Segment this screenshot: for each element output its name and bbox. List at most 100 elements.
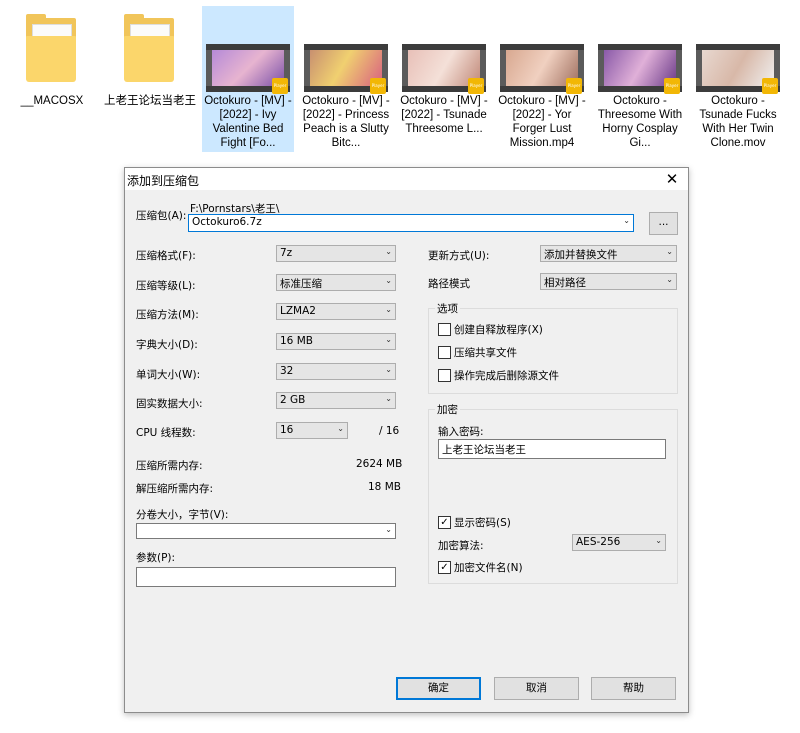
params-input[interactable] xyxy=(136,567,396,587)
encrypt-names-label: 加密文件名(N) xyxy=(454,562,523,574)
player-badge-icon: Player xyxy=(664,78,680,94)
check-icon: ✓ xyxy=(438,515,451,529)
cpu-value: 16 xyxy=(280,424,294,436)
video-thumbnail: Player xyxy=(206,44,290,94)
options-title: 选项 xyxy=(435,301,460,316)
pathmode-select[interactable]: 相对路径 ⌄ xyxy=(540,273,677,290)
file-video-4[interactable]: Player Octokuro - [MV] - [2022] - Yor Fo… xyxy=(496,6,588,152)
enc-method-select[interactable]: AES-256 ⌄ xyxy=(572,534,666,551)
chevron-down-icon: ⌄ xyxy=(385,394,392,403)
chevron-down-icon: ⌄ xyxy=(385,276,392,285)
cpu-total: / 16 xyxy=(379,425,400,437)
update-value: 添加并替换文件 xyxy=(544,249,618,261)
file-video-6[interactable]: Player Octokuro - Tsunade Fucks With Her… xyxy=(692,6,784,152)
archive-name-value: Octokuro6.7z xyxy=(192,216,262,228)
file-name: Octokuro - Threesome With Horny Cosplay … xyxy=(597,95,683,149)
close-icon[interactable]: ✕ xyxy=(656,168,688,190)
enc-method-value: AES-256 xyxy=(576,536,621,548)
show-password-checkbox[interactable]: ✓ 显示密码(S) xyxy=(438,515,511,530)
enc-method-label: 加密算法: xyxy=(438,540,484,552)
cpu-select[interactable]: 16 ⌄ xyxy=(276,422,348,439)
browse-button[interactable]: ... xyxy=(649,212,678,235)
player-badge-icon: Player xyxy=(468,78,484,94)
word-select[interactable]: 32 ⌄ xyxy=(276,363,396,380)
ok-button[interactable]: 确定 xyxy=(396,677,481,700)
chevron-down-icon: ⌄ xyxy=(385,247,392,256)
file-folder-laowang[interactable]: 上老王论坛当老王 xyxy=(104,6,196,152)
archive-name-combo[interactable]: Octokuro6.7z ⌄ xyxy=(188,214,634,232)
level-label: 压缩等级(L): xyxy=(136,280,196,292)
solid-label: 固实数据大小: xyxy=(136,398,203,410)
file-name: Octokuro - Tsunade Fucks With Her Twin C… xyxy=(699,95,777,149)
method-label: 压缩方法(M): xyxy=(136,309,199,321)
cpu-label: CPU 线程数: xyxy=(136,427,196,439)
file-video-3[interactable]: Player Octokuro - [MV] - [2022] - Tsunad… xyxy=(398,6,490,152)
file-name: Octokuro - [MV] - [2022] - Tsunade Three… xyxy=(400,95,488,135)
chevron-down-icon: ⌄ xyxy=(655,536,662,545)
checkbox-box xyxy=(438,322,451,336)
show-password-label: 显示密码(S) xyxy=(454,517,511,529)
method-value: LZMA2 xyxy=(280,305,316,317)
password-label: 输入密码: xyxy=(438,426,484,438)
file-name: Octokuro - [MV] - [2022] - Yor Forger Lu… xyxy=(498,95,586,149)
split-label: 分卷大小，字节(V): xyxy=(136,509,229,521)
level-select[interactable]: 标准压缩 ⌄ xyxy=(276,274,396,291)
sfx-checkbox[interactable]: 创建自释放程序(X) xyxy=(438,322,543,337)
file-name: Octokuro - [MV] - [2022] - Ivy Valentine… xyxy=(204,95,292,149)
pathmode-value: 相对路径 xyxy=(544,277,586,289)
check-icon: ✓ xyxy=(438,560,451,574)
file-name: 上老王论坛当老王 xyxy=(104,95,196,107)
password-input[interactable]: 上老王论坛当老王 xyxy=(438,439,666,459)
delete-source-checkbox[interactable]: 操作完成后删除源文件 xyxy=(438,368,559,383)
mem-decomp-label: 解压缩所需内存: xyxy=(136,483,214,495)
chevron-down-icon: ⌄ xyxy=(337,424,344,433)
mem-decomp-value: 18 MB xyxy=(368,481,401,493)
file-name: __MACOSX xyxy=(20,95,84,107)
dialog-title: 添加到压缩包 xyxy=(127,174,200,188)
encrypt-names-checkbox[interactable]: ✓ 加密文件名(N) xyxy=(438,560,523,575)
mem-comp-label: 压缩所需内存: xyxy=(136,460,203,472)
word-label: 单词大小(W): xyxy=(136,369,201,381)
delete-source-label: 操作完成后删除源文件 xyxy=(454,370,559,382)
chevron-down-icon: ⌄ xyxy=(623,216,630,225)
update-select[interactable]: 添加并替换文件 ⌄ xyxy=(540,245,677,262)
file-video-1[interactable]: Player Octokuro - [MV] - [2022] - Ivy Va… xyxy=(202,6,294,152)
chevron-down-icon: ⌄ xyxy=(385,305,392,314)
chevron-down-icon: ⌄ xyxy=(385,335,392,344)
video-thumbnail: Player xyxy=(402,44,486,94)
file-folder-macosx[interactable]: __MACOSX xyxy=(6,6,98,152)
player-badge-icon: Player xyxy=(762,78,778,94)
format-value: 7z xyxy=(280,247,293,259)
dialog-titlebar: 添加到压缩包 ✕ xyxy=(125,168,688,190)
file-video-5[interactable]: Player Octokuro - Threesome With Horny C… xyxy=(594,6,686,152)
level-value: 标准压缩 xyxy=(280,278,322,290)
mem-comp-value: 2624 MB xyxy=(356,458,403,470)
solid-select[interactable]: 2 GB ⌄ xyxy=(276,392,396,409)
format-select[interactable]: 7z ⌄ xyxy=(276,245,396,262)
video-thumbnail: Player xyxy=(500,44,584,94)
chevron-down-icon: ⌄ xyxy=(666,247,673,256)
video-thumbnail: Player xyxy=(304,44,388,94)
checkbox-box xyxy=(438,345,451,359)
sfx-label: 创建自释放程序(X) xyxy=(454,324,543,336)
video-thumbnail: Player xyxy=(696,44,780,94)
password-value: 上老王论坛当老王 xyxy=(442,444,526,456)
method-select[interactable]: LZMA2 ⌄ xyxy=(276,303,396,320)
split-combo[interactable]: ⌄ xyxy=(136,523,396,539)
help-button[interactable]: 帮助 xyxy=(591,677,676,700)
archive-label: 压缩包(A): xyxy=(136,210,187,222)
dict-select[interactable]: 16 MB ⌄ xyxy=(276,333,396,350)
file-video-2[interactable]: Player Octokuro - [MV] - [2022] - Prince… xyxy=(300,6,392,152)
update-label: 更新方式(U): xyxy=(428,250,490,262)
chevron-down-icon: ⌄ xyxy=(385,365,392,374)
dict-value: 16 MB xyxy=(280,335,313,347)
chevron-down-icon: ⌄ xyxy=(666,275,673,284)
cancel-button[interactable]: 取消 xyxy=(494,677,579,700)
chevron-down-icon: ⌄ xyxy=(385,525,392,534)
encryption-title: 加密 xyxy=(435,402,460,417)
add-to-archive-dialog: 添加到压缩包 ✕ 压缩包(A): F:\Pornstars\老王\ Octoku… xyxy=(124,167,689,713)
video-thumbnail: Player xyxy=(598,44,682,94)
shared-checkbox[interactable]: 压缩共享文件 xyxy=(438,345,517,360)
player-badge-icon: Player xyxy=(370,78,386,94)
checkbox-box xyxy=(438,368,451,382)
